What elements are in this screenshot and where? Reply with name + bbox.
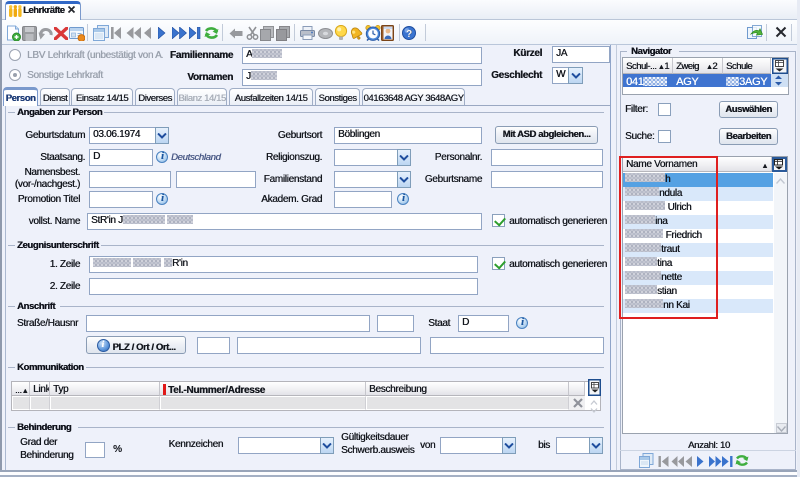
svg-text:?: ? [406,29,412,40]
